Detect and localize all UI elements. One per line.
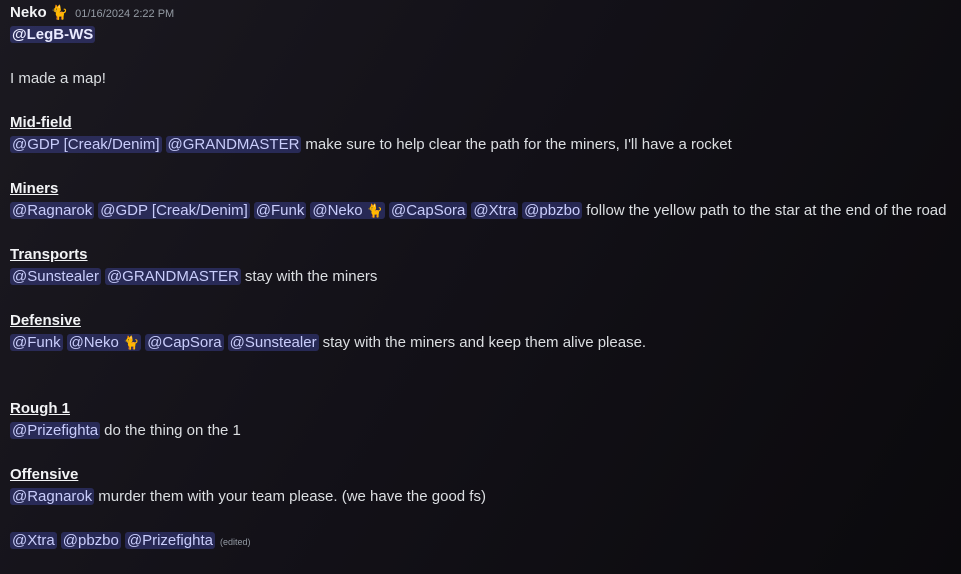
section-heading-defensive: Defensive — [10, 312, 81, 329]
mention-neko[interactable]: @Neko 🐈 — [66, 334, 142, 351]
cat-emoji-icon: 🐈 — [123, 335, 140, 350]
message-line: @LegB-WS — [10, 24, 951, 46]
section-text: stay with the miners — [244, 268, 378, 285]
section-body-defensive: @Funk @Neko 🐈 @CapSora @Sunstealer stay with… — [10, 332, 951, 354]
section-heading-miners: Miners — [10, 180, 59, 197]
section-text: stay with the miners and keep them alive… — [322, 334, 647, 351]
mention[interactable]: @CapSora — [388, 202, 468, 219]
section-body-miners: @Ragnarok @GDP [Creak/Denim] @Funk @Neko 🐈 @… — [10, 200, 950, 222]
mention-neko[interactable]: @Neko 🐈 — [310, 202, 385, 219]
mention[interactable]: @GRANDMASTER — [104, 268, 241, 285]
cat-emoji-icon: 🐈 — [50, 4, 69, 20]
section-heading-offensive: Offensive — [10, 466, 79, 483]
mention-label: @Neko — [312, 202, 363, 219]
section-heading-rough1: Rough 1 — [10, 400, 70, 417]
chat-message: Neko 🐈 01/16/2024 2:22 PM @LegB-WS I mad… — [0, 0, 961, 553]
mention[interactable]: @Funk — [10, 334, 63, 351]
section-body-rough1: @Prizefighta do the thing on the 1 — [10, 420, 951, 442]
section-text: do the thing on the 1 — [104, 422, 241, 439]
edited-label: (edited) — [219, 537, 251, 547]
mention[interactable]: @Ragnarok — [10, 488, 95, 505]
mention[interactable]: @pbzbo — [522, 202, 583, 219]
mention[interactable]: @Funk — [253, 202, 307, 219]
section-text: murder them with your team please. (we h… — [98, 488, 486, 505]
section-body-final: @Xtra @pbzbo @Prizefighta (edited) — [10, 530, 951, 553]
mention[interactable]: @GDP [Creak/Denim] — [98, 202, 250, 219]
section-heading-midfield: Mid-field — [10, 114, 72, 131]
section-body-midfield: @GDP [Creak/Denim] @GRANDMASTER make sure … — [10, 134, 951, 156]
message-header: Neko 🐈 01/16/2024 2:22 PM — [10, 4, 951, 24]
cat-emoji-icon: 🐈 — [366, 203, 383, 218]
mention-label: @Neko — [68, 334, 119, 351]
mention[interactable]: @GDP [Creak/Denim] — [10, 136, 162, 153]
mention[interactable]: @LegB-WS — [10, 26, 96, 43]
mention[interactable]: @Prizefighta — [124, 532, 215, 549]
mention[interactable]: @CapSora — [145, 334, 224, 351]
mention[interactable]: @Sunstealer — [10, 268, 101, 285]
mention[interactable]: @Prizefighta — [10, 422, 101, 439]
intro-text: I made a map! — [10, 70, 106, 87]
author-name[interactable]: Neko — [10, 4, 47, 21]
section-text: make sure to help clear the path for the… — [305, 136, 732, 153]
message-timestamp[interactable]: 01/16/2024 2:22 PM — [75, 8, 174, 20]
mention[interactable]: @Xtra — [471, 202, 519, 219]
mention[interactable]: @Xtra — [10, 532, 57, 549]
section-heading-transports: Transports — [10, 246, 88, 263]
mention[interactable]: @Ragnarok — [10, 202, 95, 219]
section-body-transports: @Sunstealer @GRANDMASTER stay with the min… — [10, 266, 951, 288]
section-body-offensive: @Ragnarok murder them with your team plea… — [10, 486, 951, 508]
mention[interactable]: @GRANDMASTER — [165, 136, 302, 153]
section-text: follow the yellow path to the star at th… — [586, 202, 947, 219]
mention[interactable]: @pbzbo — [60, 532, 121, 549]
mention[interactable]: @Sunstealer — [227, 334, 319, 351]
